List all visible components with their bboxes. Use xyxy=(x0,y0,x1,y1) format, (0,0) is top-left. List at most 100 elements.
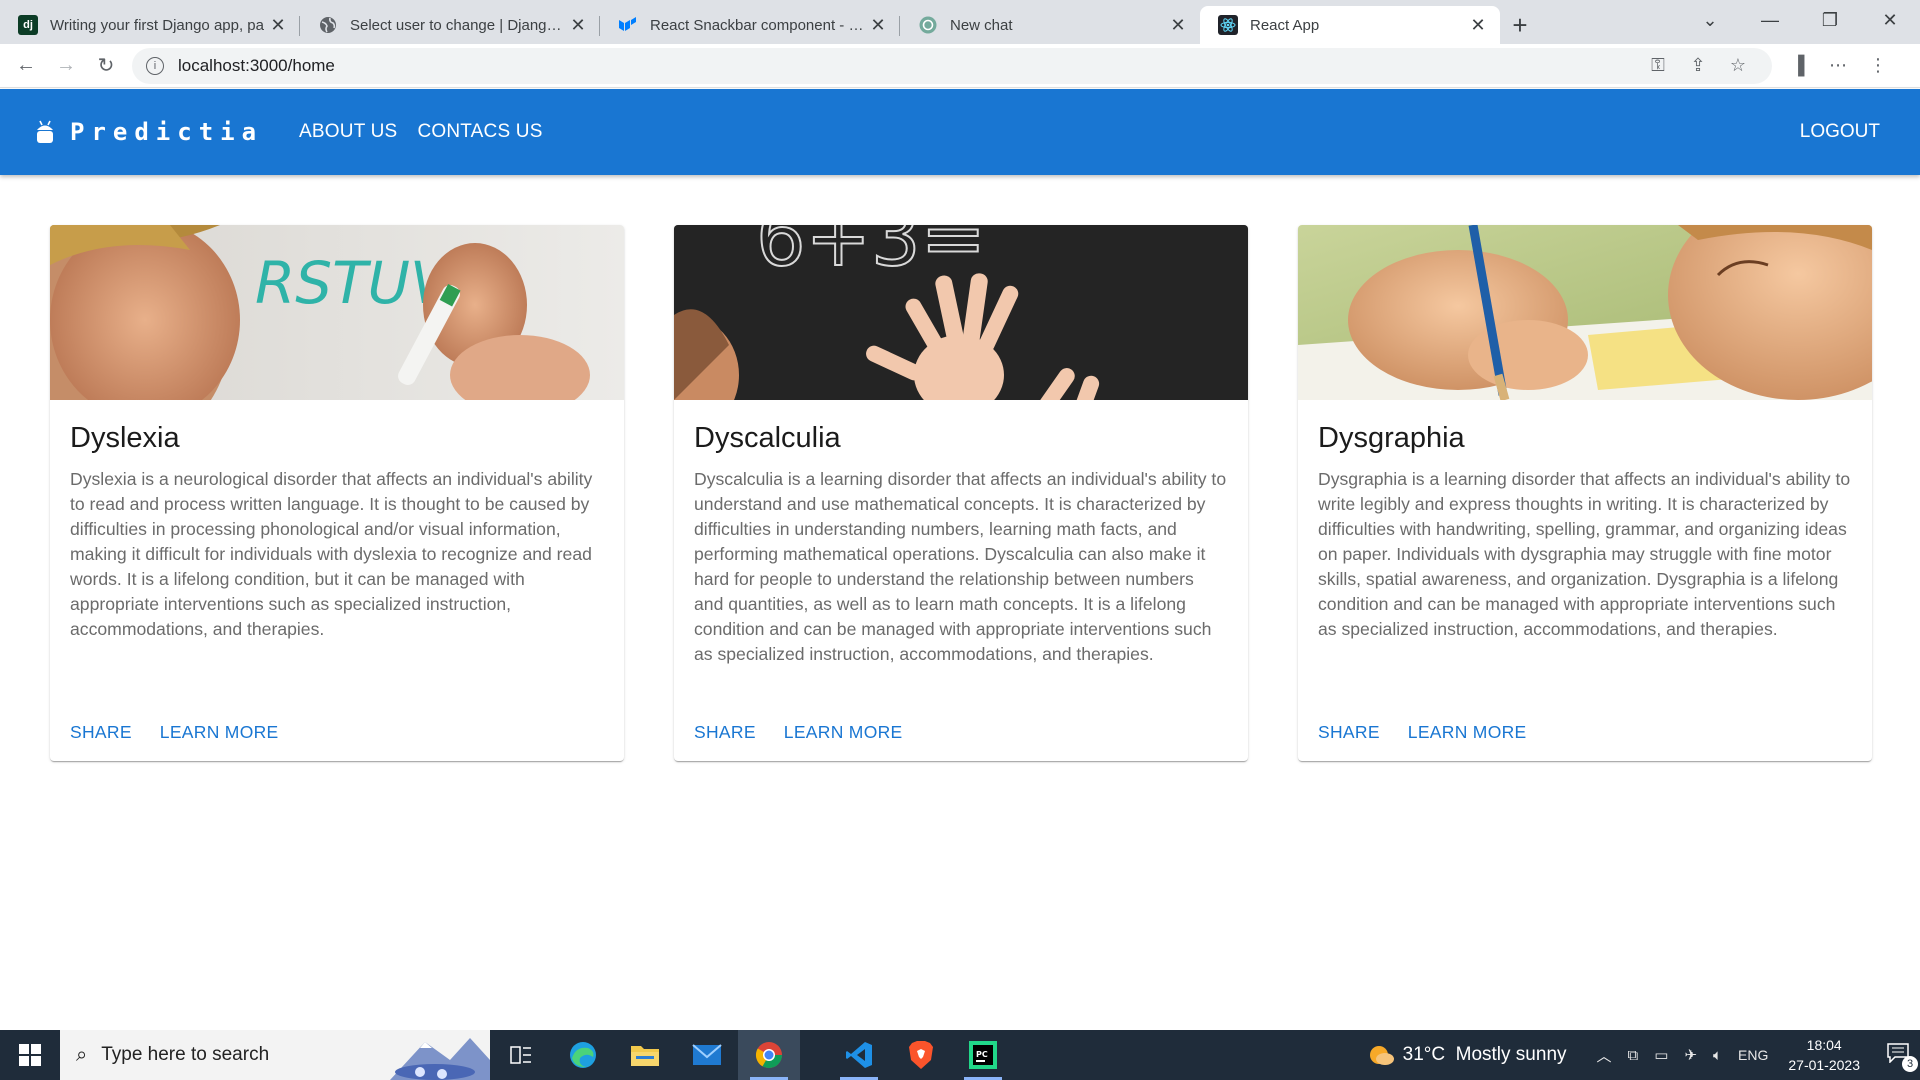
bookmark-star-icon[interactable]: ☆ xyxy=(1718,55,1758,76)
key-icon[interactable]: ⚿ xyxy=(1638,55,1678,76)
clock-date: 27-01-2023 xyxy=(1788,1057,1860,1073)
card-dyscalculia: 6+3= Dyscalculia Dyscalculia is a learni… xyxy=(674,225,1248,761)
browser-tab[interactable]: Select user to change | Django si ✕ xyxy=(300,6,600,44)
learn-more-button[interactable]: LEARN MORE xyxy=(784,722,903,743)
battery-icon[interactable]: ▭ xyxy=(1654,1046,1668,1064)
taskbar-pycharm[interactable]: PC xyxy=(952,1030,1014,1080)
browser-tab[interactable]: New chat ✕ xyxy=(900,6,1200,44)
card-title: Dysgraphia xyxy=(1318,422,1465,454)
site-info-icon[interactable]: i xyxy=(146,56,164,75)
react-favicon-icon xyxy=(1218,15,1238,35)
language-indicator[interactable]: ENG xyxy=(1738,1047,1768,1063)
share-button[interactable]: SHARE xyxy=(694,722,756,743)
profile-icon[interactable]: ⋯ xyxy=(1818,55,1858,76)
browser-tab[interactable]: dj Writing your first Django app, pa ✕ xyxy=(0,6,300,44)
mui-favicon-icon xyxy=(618,15,638,35)
search-highlight-illustration-icon xyxy=(390,1038,490,1080)
minimize-icon[interactable]: — xyxy=(1740,10,1800,31)
nav-about-us-button[interactable]: ABOUT US xyxy=(299,121,397,143)
volume-icon[interactable]: 🔈︎ xyxy=(1713,1047,1722,1064)
back-arrow-icon[interactable]: ← xyxy=(6,54,46,77)
clock[interactable]: 18:04 27-01-2023 xyxy=(1788,1035,1860,1075)
weather-widget[interactable]: 31°C Mostly sunny xyxy=(1367,1044,1567,1066)
tab-close-icon[interactable]: ✕ xyxy=(568,15,588,36)
android-logo-icon xyxy=(37,120,53,143)
taskbar-vscode[interactable] xyxy=(828,1030,890,1080)
windows-taskbar: ⌕ Type here to search PC 31°C Mostly sun… xyxy=(0,1030,1920,1080)
learn-more-button[interactable]: LEARN MORE xyxy=(1408,722,1527,743)
card-actions: SHARE LEARN MORE xyxy=(50,722,307,743)
logout-button[interactable]: LOGOUT xyxy=(1800,121,1880,143)
address-url[interactable]: localhost:3000/home xyxy=(178,56,1638,76)
taskbar-brave[interactable] xyxy=(890,1030,952,1080)
share-button[interactable]: SHARE xyxy=(1318,722,1380,743)
nav-contact-us-button[interactable]: CONTACS US xyxy=(417,121,542,143)
tab-close-icon[interactable]: ✕ xyxy=(1468,15,1488,36)
globe-favicon-icon xyxy=(318,15,338,35)
dyslexia-image: RSTUVW xyxy=(50,225,624,400)
brand-logo[interactable]: Predictia xyxy=(70,118,263,146)
tab-title: Writing your first Django app, pa xyxy=(50,16,264,34)
window-controls: ⌄ — ❐ ✕ xyxy=(1680,0,1920,40)
card-title: Dyscalculia xyxy=(694,422,841,454)
tab-close-icon[interactable]: ✕ xyxy=(268,15,288,36)
forward-arrow-icon[interactable]: → xyxy=(46,54,86,77)
mail-icon xyxy=(692,1044,722,1065)
learn-more-button[interactable]: LEARN MORE xyxy=(160,722,279,743)
side-panel-icon[interactable]: ▐ xyxy=(1778,55,1818,76)
taskbar-search-placeholder: Type here to search xyxy=(101,1044,270,1065)
edge-icon xyxy=(570,1042,596,1068)
browser-tab[interactable]: React Snackbar component - Ma ✕ xyxy=(600,6,900,44)
taskbar-mail[interactable] xyxy=(676,1030,738,1080)
card-dyslexia: RSTUVW Dyslexia Dyslexia is a neurologic… xyxy=(50,225,624,761)
brave-icon xyxy=(909,1041,933,1069)
restore-icon[interactable]: ❐ xyxy=(1800,10,1860,31)
tab-title: New chat xyxy=(950,16,1013,34)
card-description: Dysgraphia is a learning disorder that a… xyxy=(1318,469,1851,639)
tab-title: React App xyxy=(1250,16,1320,34)
taskbar-chrome[interactable] xyxy=(738,1030,800,1080)
task-view-icon xyxy=(510,1046,531,1064)
task-view-button[interactable] xyxy=(490,1030,552,1080)
tab-search-icon[interactable]: ⌄ xyxy=(1680,10,1740,31)
card-description: Dyscalculia is a learning disorder that … xyxy=(694,469,1227,664)
openai-favicon-icon xyxy=(918,15,938,35)
notification-center-button[interactable]: 3 xyxy=(1876,1042,1920,1072)
card-title: Dyslexia xyxy=(70,422,180,454)
app-bar: Predictia ABOUT US CONTACS US LOGOUT xyxy=(0,89,1920,175)
browser-tab-active[interactable]: React App ✕ xyxy=(1200,6,1500,44)
share-button[interactable]: SHARE xyxy=(70,722,132,743)
tab-close-icon[interactable]: ✕ xyxy=(1168,15,1188,36)
notification-count-badge: 3 xyxy=(1902,1055,1918,1072)
menu-kebab-icon[interactable]: ⋮ xyxy=(1858,55,1898,76)
address-bar[interactable]: i localhost:3000/home ⚿ ⇪ ☆ xyxy=(132,47,1772,84)
taskbar-file-explorer[interactable] xyxy=(614,1030,676,1080)
django-favicon-icon: dj xyxy=(18,15,38,35)
airplane-mode-icon[interactable]: ✈ xyxy=(1684,1046,1697,1064)
tab-close-icon[interactable]: ✕ xyxy=(868,15,888,36)
device-icon[interactable]: ⧉ xyxy=(1628,1047,1639,1064)
folder-icon xyxy=(631,1046,659,1066)
system-tray: 31°C Mostly sunny ︿ ⧉ ▭ ✈ 🔈︎ ENG 18:04 2… xyxy=(1367,1030,1920,1080)
new-tab-button[interactable]: + xyxy=(1500,6,1540,44)
taskbar-search-box[interactable]: ⌕ Type here to search xyxy=(60,1030,490,1080)
reload-icon[interactable]: ↻ xyxy=(86,53,126,78)
close-window-icon[interactable]: ✕ xyxy=(1860,10,1920,31)
card-description: Dyslexia is a neurological disorder that… xyxy=(70,469,593,639)
tab-title: React Snackbar component - Ma xyxy=(650,16,868,34)
browser-tab-strip: dj Writing your first Django app, pa ✕ S… xyxy=(0,0,1920,44)
taskbar-edge[interactable] xyxy=(552,1030,614,1080)
dysgraphia-image xyxy=(1298,225,1872,400)
svg-text:PC: PC xyxy=(976,1050,988,1059)
search-icon: ⌕ xyxy=(76,1043,88,1066)
browser-toolbar: ← → ↻ i localhost:3000/home ⚿ ⇪ ☆ ▐ ⋯ ⋮ xyxy=(0,44,1920,88)
partly-sunny-icon xyxy=(1369,1046,1394,1065)
vscode-icon xyxy=(846,1042,872,1068)
share-icon[interactable]: ⇪ xyxy=(1678,55,1718,76)
svg-text:6+3=: 6+3= xyxy=(756,225,986,284)
weather-text: 31°C Mostly sunny xyxy=(1402,1044,1567,1065)
chevron-up-icon[interactable]: ︿ xyxy=(1597,1045,1612,1066)
card-actions: SHARE LEARN MORE xyxy=(674,722,931,743)
windows-start-button[interactable] xyxy=(0,1030,60,1080)
pycharm-icon: PC xyxy=(969,1041,997,1069)
